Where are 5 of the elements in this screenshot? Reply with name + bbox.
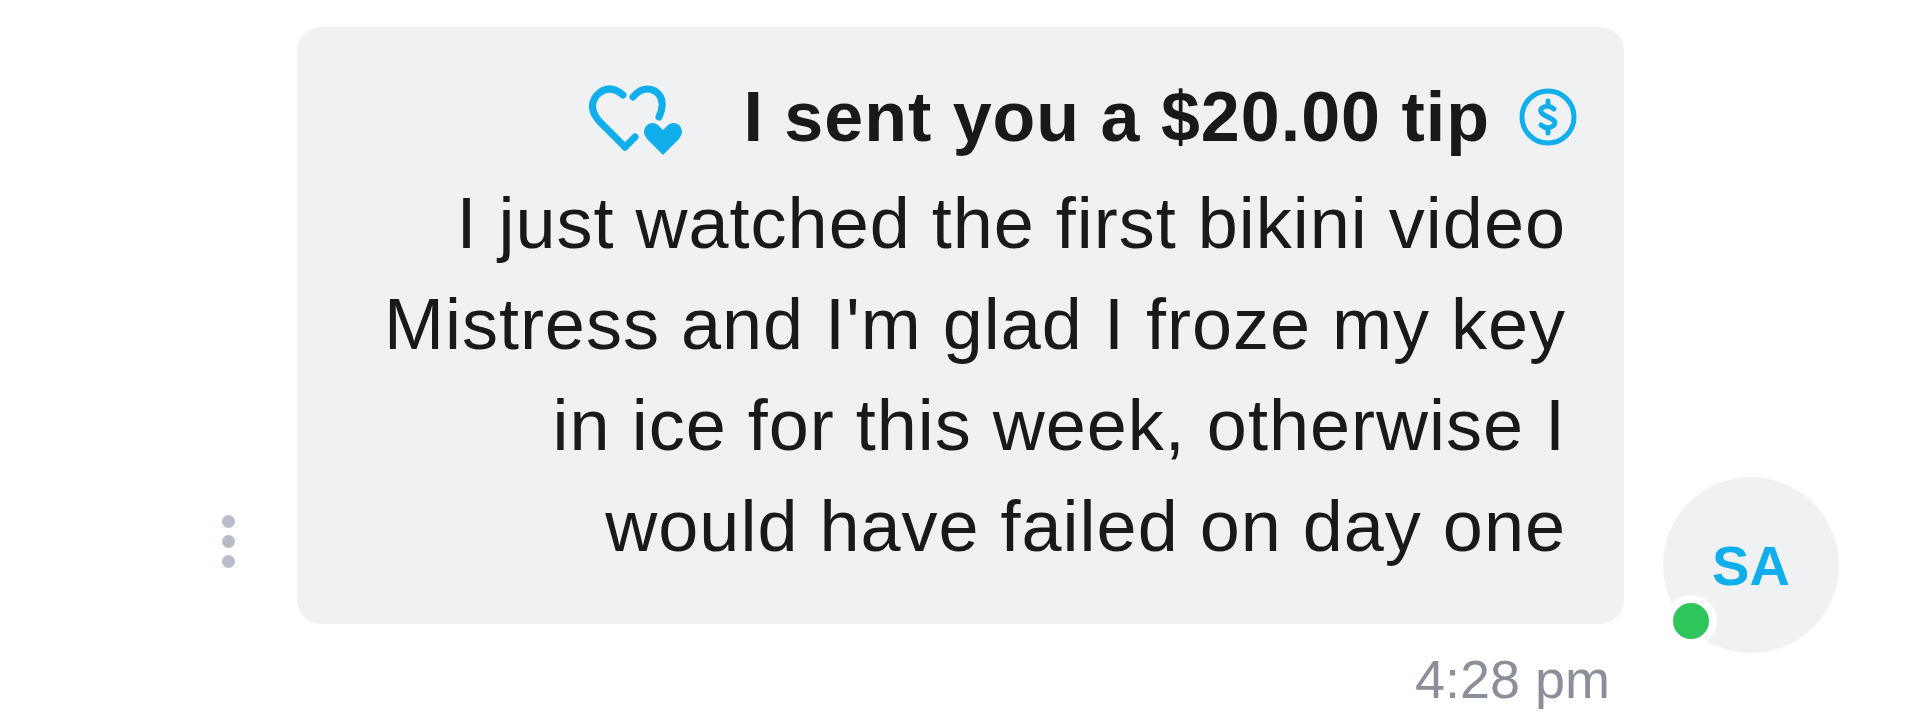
tip-title: I sent you a $20.00 tip <box>743 77 1490 157</box>
message-time: 4:28 pm <box>1414 648 1610 710</box>
avatar[interactable]: SA <box>1663 477 1839 653</box>
message-text: I just watched the first bikini video Mistress and I'm glad I froze my key in ice for this week, otherwise I would have failed on day one <box>382 182 1566 568</box>
dollar-coin-icon <box>1518 87 1578 147</box>
